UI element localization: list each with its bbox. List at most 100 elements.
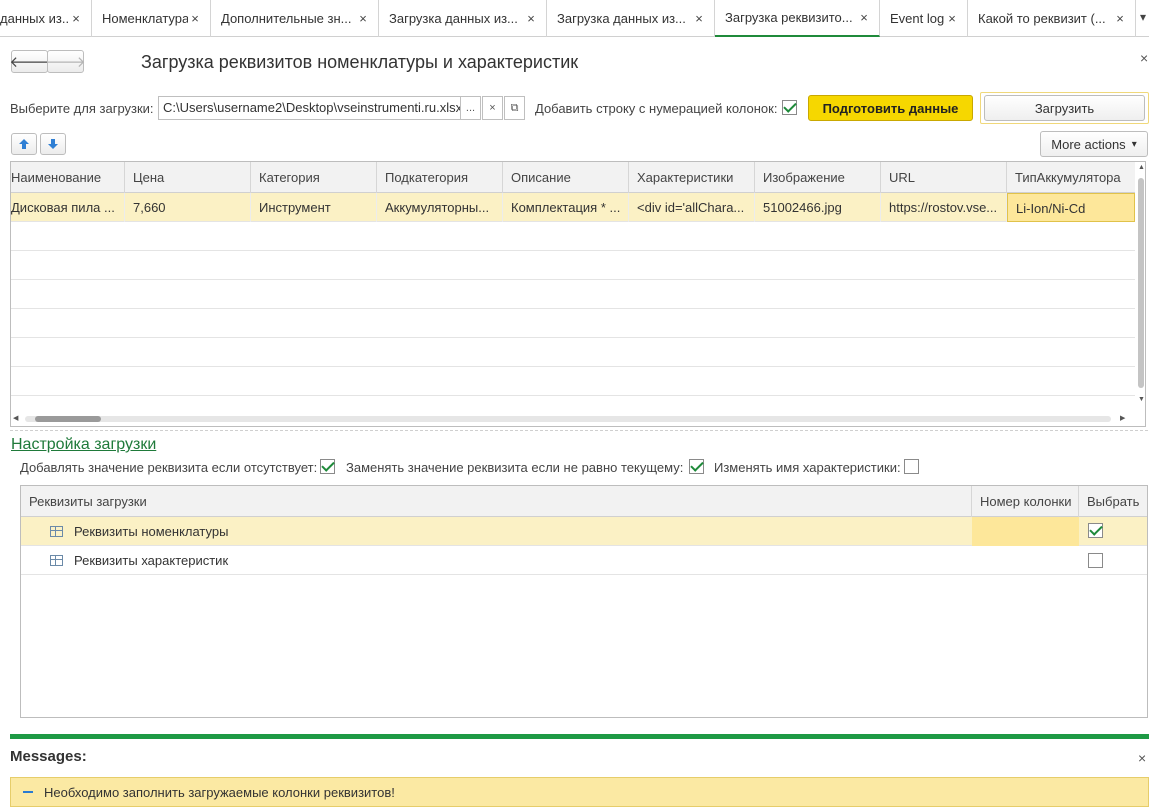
requisites-header-cell[interactable]: Выбрать [1079, 486, 1147, 517]
open-icon[interactable]: ⧉ [504, 96, 525, 120]
tab-label: Event log [890, 11, 945, 26]
add-if-missing-label: Добавлять значение реквизита если отсутс… [20, 460, 318, 475]
requisite-name: Реквизиты номенклатуры [74, 524, 229, 539]
horizontal-scrollbar[interactable]: ◀ ▶ [11, 412, 1135, 426]
tab-close-icon[interactable]: × [692, 11, 706, 26]
grid-header-cell[interactable]: URL [881, 162, 1007, 193]
replace-if-differs-checkbox[interactable] [689, 459, 704, 474]
tab-5-active[interactable]: Загрузка реквизито... × [715, 0, 880, 37]
more-actions-button[interactable]: More actions ▾ [1040, 131, 1148, 157]
grid-header-cell[interactable]: Описание [503, 162, 629, 193]
tab-close-icon[interactable]: × [188, 11, 202, 26]
rename-characteristic-checkbox[interactable] [904, 459, 919, 474]
scroll-up-icon[interactable]: ▲ [1138, 164, 1145, 171]
grid-header-cell[interactable]: Цена [125, 162, 251, 193]
requisites-header-cell[interactable]: Реквизиты загрузки [21, 486, 972, 517]
file-select-label: Выберите для загрузки: [10, 101, 154, 116]
grid-cell-current[interactable]: Li-Ion/Ni-Cd [1007, 193, 1135, 222]
table-row-empty [11, 338, 1135, 367]
table-row-empty [11, 280, 1135, 309]
load-button-frame: Загрузить [980, 92, 1149, 124]
scrollbar-track [25, 416, 1111, 422]
tab-label: Загрузка данных из... [389, 11, 518, 26]
prepare-data-button[interactable]: Подготовить данные [808, 95, 973, 121]
tab-4[interactable]: Загрузка данных из... × [547, 0, 715, 37]
message-item[interactable]: Необходимо заполнить загружаемые колонки… [10, 777, 1149, 807]
table-row[interactable]: Реквизиты характеристик [21, 546, 1147, 575]
grid-cell[interactable]: Аккумуляторны... [377, 193, 503, 222]
grid-cell[interactable]: <div id='allChara... [629, 193, 755, 222]
grid-header-cell[interactable]: Категория [251, 162, 377, 193]
tab-3[interactable]: Загрузка данных из... × [379, 0, 547, 37]
column-number-cell[interactable] [972, 517, 1079, 546]
table-row[interactable]: Дисковая пила ... 7,660 Инструмент Аккум… [11, 193, 1135, 222]
select-checkbox[interactable] [1088, 523, 1103, 538]
tab-close-icon[interactable]: × [524, 11, 538, 26]
tab-7[interactable]: Какой то реквизит (... × [968, 0, 1136, 37]
grid-header-cell[interactable]: ТипАккумулятора [1007, 162, 1135, 193]
forward-button[interactable]: 🡒 [45, 50, 86, 73]
tab-close-icon[interactable]: × [945, 11, 959, 26]
grid-header: Наименование Цена Категория Подкатегория… [11, 162, 1135, 193]
table-row-empty [11, 251, 1135, 280]
table-row[interactable]: Реквизиты номенклатуры [21, 517, 1147, 546]
requisites-header: Реквизиты загрузки Номер колонки Выбрать [21, 486, 1147, 517]
grid-cell[interactable]: 7,660 [125, 193, 251, 222]
add-if-missing-checkbox[interactable] [320, 459, 335, 474]
load-settings-link[interactable]: Настройка загрузки [11, 436, 156, 454]
grid-cell[interactable]: Инструмент [251, 193, 377, 222]
column-number-cell[interactable] [972, 546, 1079, 575]
grid-cell[interactable]: 51002466.jpg [755, 193, 881, 222]
arrow-down-icon [48, 139, 58, 149]
select-checkbox[interactable] [1088, 553, 1103, 568]
requisite-name: Реквизиты характеристик [74, 553, 229, 568]
scrollbar-thumb[interactable] [1138, 178, 1144, 388]
grid-header-cell[interactable]: Наименование [11, 162, 125, 193]
close-icon[interactable]: × [1138, 750, 1146, 766]
numbering-label: Добавить строку с нумерацией колонок: [535, 101, 778, 116]
table-icon [50, 555, 63, 566]
data-grid[interactable]: Наименование Цена Категория Подкатегория… [10, 161, 1146, 427]
messages-divider [10, 734, 1149, 739]
tab-close-icon[interactable]: × [69, 11, 83, 26]
scroll-right-icon[interactable]: ▶ [1120, 414, 1125, 422]
grid-cell[interactable]: Дисковая пила ... [11, 193, 125, 222]
grid-header-cell[interactable]: Характеристики [629, 162, 755, 193]
tab-label: Какой то реквизит (... [978, 11, 1106, 26]
grid-header-cell[interactable]: Подкатегория [377, 162, 503, 193]
tab-close-icon[interactable]: × [356, 11, 370, 26]
clear-icon[interactable]: × [482, 96, 503, 120]
tab-close-icon[interactable]: × [857, 10, 871, 25]
divider [10, 430, 1148, 431]
back-button[interactable]: 🡐 [9, 50, 50, 73]
tab-overflow-icon[interactable]: ▾ [1140, 10, 1146, 24]
move-up-button[interactable] [11, 133, 37, 155]
tab-1[interactable]: Номенклатура × [92, 0, 211, 37]
tab-2[interactable]: Дополнительные зн... × [211, 0, 379, 37]
tab-close-icon[interactable]: × [1113, 11, 1127, 26]
load-button[interactable]: Загрузить [984, 95, 1145, 121]
grid-header-cell[interactable]: Изображение [755, 162, 881, 193]
more-actions-label: More actions [1051, 136, 1126, 152]
scroll-left-icon[interactable]: ◀ [13, 414, 18, 422]
vertical-scrollbar[interactable]: ▲ ▼ [1137, 162, 1145, 412]
table-row-empty [11, 222, 1135, 251]
tab-0[interactable]: данных из... × [0, 0, 92, 37]
move-down-button[interactable] [40, 133, 66, 155]
numbering-checkbox[interactable] [782, 100, 797, 115]
tab-label: Номенклатура [102, 11, 188, 26]
tab-label: Загрузка данных из... [557, 11, 686, 26]
replace-if-differs-label: Заменять значение реквизита если не равн… [346, 460, 684, 475]
scroll-down-icon[interactable]: ▼ [1138, 396, 1145, 403]
file-path-input[interactable]: C:\Users\username2\Desktop\vseinstrument… [158, 96, 461, 120]
tab-6[interactable]: Event log × [880, 0, 968, 37]
close-icon[interactable]: × [1140, 50, 1148, 66]
grid-cell[interactable]: Комплектация * ... [503, 193, 629, 222]
tab-label: Загрузка реквизито... [725, 10, 853, 25]
requisites-header-cell[interactable]: Номер колонки [972, 486, 1079, 517]
grid-cell[interactable]: https://rostov.vse... [881, 193, 1007, 222]
scrollbar-thumb[interactable] [35, 416, 101, 422]
table-row-empty [11, 309, 1135, 338]
file-select-button[interactable]: ... [460, 96, 481, 120]
requisites-table[interactable]: Реквизиты загрузки Номер колонки Выбрать… [20, 485, 1148, 718]
